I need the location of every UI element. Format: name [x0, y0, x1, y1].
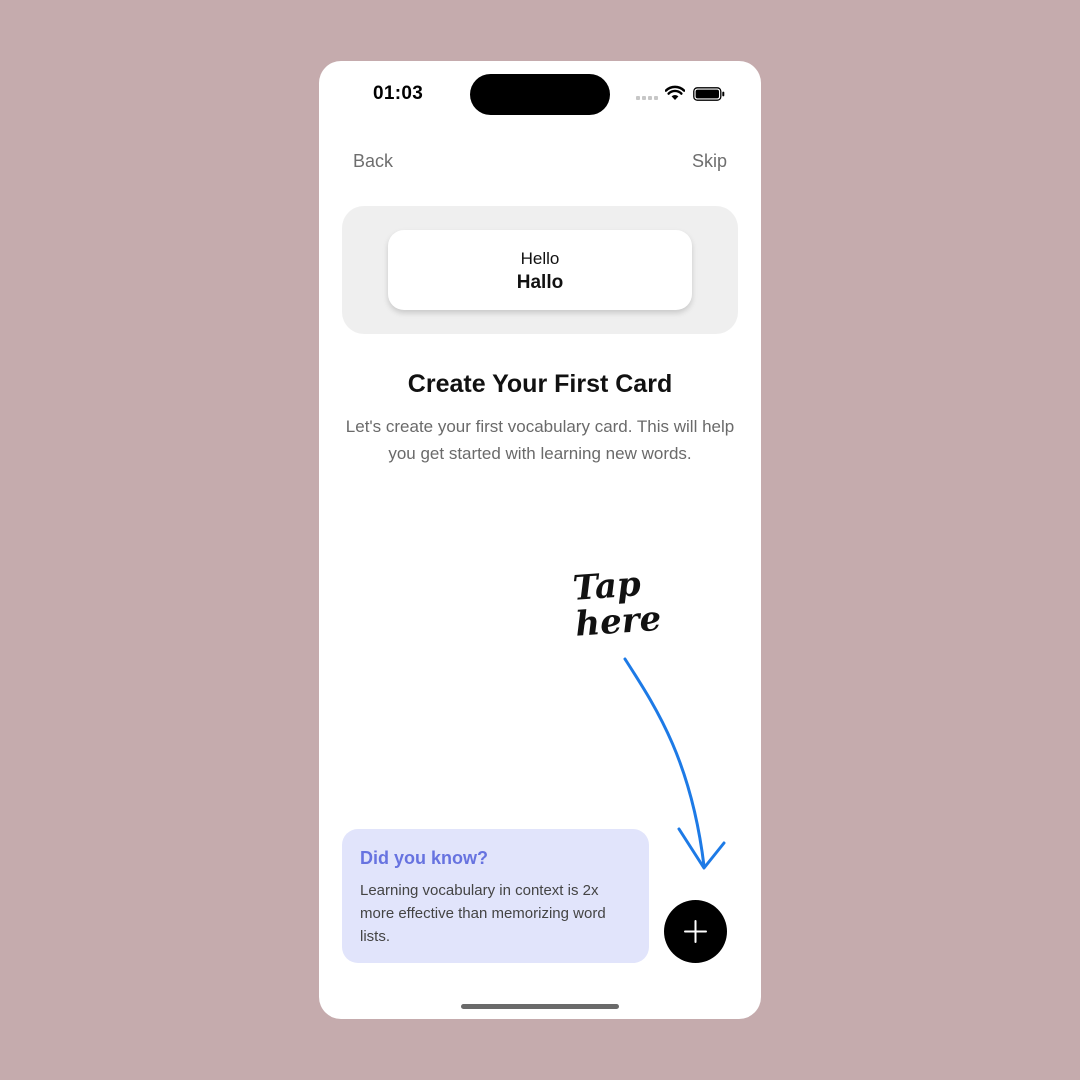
tip-title: Did you know? — [360, 848, 488, 868]
home-indicator — [461, 1004, 619, 1009]
status-time: 01:03 — [373, 83, 424, 104]
card-preview-area: Hello Hallo — [342, 206, 738, 334]
hint-line-2: here — [573, 598, 663, 645]
phone-screen: 01:03 Back Skip Hello Hallo Create Your … — [319, 61, 761, 1019]
cellular-signal-icon — [636, 96, 658, 100]
dynamic-island — [470, 74, 610, 115]
back-button[interactable]: Back — [353, 151, 393, 172]
card-front-text: Hello — [520, 249, 560, 268]
tap-here-hint: Tap here — [571, 563, 687, 645]
sample-flashcard: Hello Hallo — [388, 230, 692, 310]
page-subtitle: Let's create your first vocabulary card.… — [345, 417, 735, 463]
battery-icon — [693, 87, 725, 101]
plus-icon — [684, 920, 707, 943]
skip-button[interactable]: Skip — [692, 151, 727, 172]
add-card-button[interactable] — [664, 900, 727, 963]
did-you-know-tip: Did you know? Learning vocabulary in con… — [342, 829, 649, 963]
page-title: Create Your First Card — [407, 370, 673, 398]
tip-body: Learning vocabulary in context is 2x mor… — [360, 882, 606, 945]
wifi-icon — [665, 85, 685, 100]
card-back-text: Hallo — [516, 272, 564, 293]
